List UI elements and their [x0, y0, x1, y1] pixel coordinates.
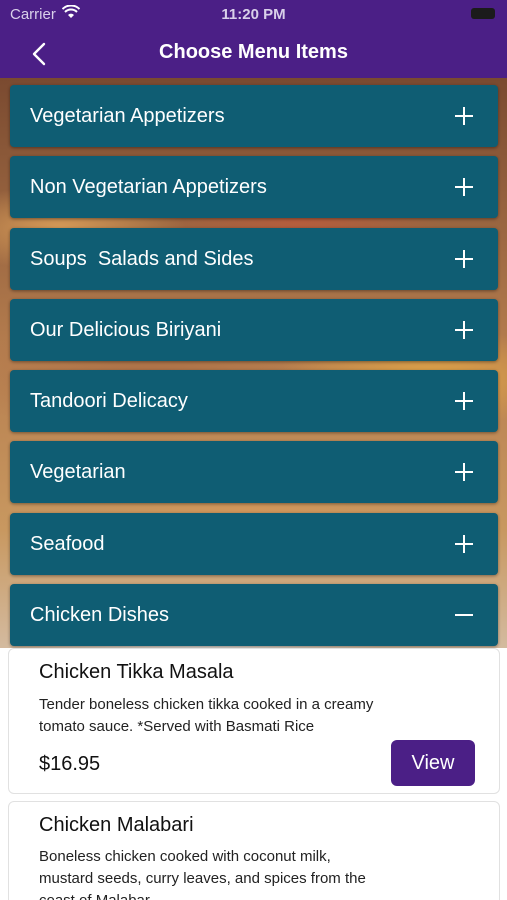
category-label: Vegetarian Appetizers — [30, 105, 225, 127]
menu-item-card[interactable]: Chicken Malabari Boneless chicken cooked… — [8, 801, 500, 900]
category-label: Non Vegetarian Appetizers — [30, 176, 267, 199]
category-label: Tandoori Delicacy — [30, 390, 188, 413]
description-line: Tender boneless chicken tikka cooked in … — [39, 696, 374, 713]
category-label: Seafood — [30, 532, 105, 555]
view-button[interactable]: View — [391, 740, 475, 786]
plus-icon[interactable] — [454, 320, 474, 340]
plus-icon[interactable] — [454, 391, 474, 411]
page-title: Choose Menu Items — [159, 41, 348, 63]
plus-icon[interactable] — [454, 249, 474, 269]
category-label: Chicken Dishes — [30, 604, 169, 627]
plus-icon[interactable] — [454, 534, 474, 554]
menu-item-list: Chicken Tikka Masala Tender boneless chi… — [0, 648, 507, 900]
category-tandoori[interactable]: Tandoori Delicacy — [10, 370, 498, 433]
minus-icon[interactable] — [454, 605, 474, 625]
menu-item-name: Chicken Malabari — [39, 814, 194, 836]
plus-icon[interactable] — [454, 177, 474, 197]
clock: 11:20 PM — [221, 6, 286, 23]
menu-item-description: Tender boneless chicken tikka cooked in … — [39, 694, 439, 738]
category-biriyani[interactable]: Our Delicious Biriyani — [10, 298, 498, 361]
category-vegetarian-appetizers[interactable]: Vegetarian Appetizers — [10, 85, 498, 147]
description-line: tomato sauce. *Served with Basmati Rice — [39, 718, 315, 735]
category-seafood[interactable]: Seafood — [10, 512, 498, 575]
menu-item-price: $16.95 — [39, 753, 101, 775]
plus-icon[interactable] — [454, 462, 474, 482]
menu-item-description: Boneless chicken cooked with coconut mil… — [39, 846, 439, 900]
description-line: coast of Malabar — [39, 890, 439, 900]
description-line: Boneless chicken cooked with coconut mil… — [39, 848, 331, 865]
menu-item-card[interactable]: Chicken Tikka Masala Tender boneless chi… — [8, 648, 500, 794]
plus-icon[interactable] — [454, 106, 474, 126]
menu-item-name: Chicken Tikka Masala — [39, 661, 234, 683]
category-label: Soups Salads and Sides — [30, 247, 254, 270]
category-list: Vegetarian Appetizers Non Vegetarian App… — [10, 85, 498, 655]
category-non-vegetarian-appetizers[interactable]: Non Vegetarian Appetizers — [10, 156, 498, 219]
category-soups-salads-sides[interactable]: Soups Salads and Sides — [10, 227, 498, 290]
navigation-bar: Choose Menu Items — [0, 28, 507, 78]
category-vegetarian[interactable]: Vegetarian — [10, 441, 498, 504]
description-line: mustard seeds, curry leaves, and spices … — [39, 870, 366, 887]
category-label: Vegetarian — [30, 461, 126, 484]
status-bar: Carrier 11:20 PM — [0, 0, 507, 28]
battery-icon — [471, 8, 495, 19]
category-label: Our Delicious Biriyani — [30, 318, 222, 341]
category-chicken-dishes[interactable]: Chicken Dishes — [10, 584, 498, 647]
